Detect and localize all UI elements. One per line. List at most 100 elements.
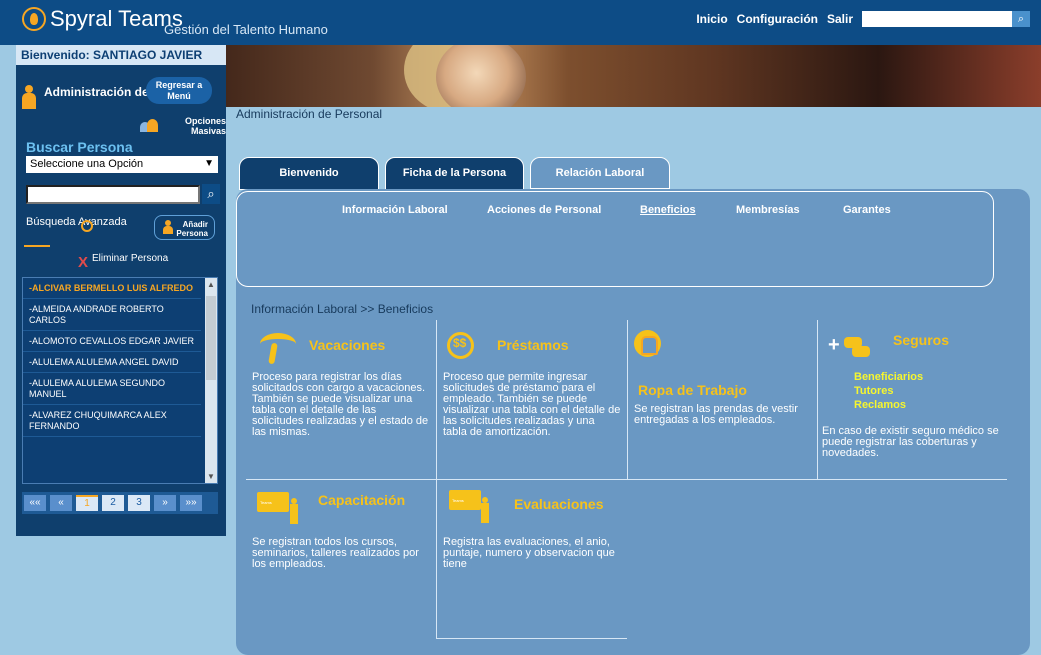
sidebar: Administración de Personal Regresar a Me… [16, 65, 226, 536]
top-header: Spyral Teams Gestión del Talento Humano … [0, 0, 1041, 45]
capacitacion-card[interactable]: Capacitación Se registran todos los curs… [246, 480, 436, 640]
close-icon: X [78, 254, 89, 271]
ropa-trabajo-title[interactable]: Ropa de Trabajo [638, 383, 747, 397]
top-search-input[interactable] [862, 11, 1012, 27]
evaluaciones-title[interactable]: Evaluaciones [514, 497, 604, 511]
ropa-trabajo-card[interactable]: Ropa de Trabajo Se registran las prendas… [628, 320, 818, 480]
list-item[interactable]: -ALULEMA ALULEMA SEGUNDO MANUEL [23, 373, 201, 405]
back-to-menu-button[interactable]: Regresar a Menú [146, 77, 212, 104]
list-scrollbar[interactable]: ▲ ▼ [205, 278, 217, 483]
reclamos-link[interactable]: Reclamos [854, 398, 923, 412]
prestamos-card[interactable]: Préstamos Proceso que permite ingresar s… [437, 320, 627, 480]
page-button-3[interactable]: 3 [128, 495, 150, 511]
seguros-links: Beneficiarios Tutores Reclamos [854, 370, 923, 412]
first-page-button[interactable]: «« [24, 495, 46, 511]
nav-inicio-link[interactable]: Inicio [696, 12, 727, 26]
advanced-search-link[interactable]: Búsqueda Avanzada [26, 216, 127, 232]
evaluaciones-description: Registra las evaluaciones, el anio, punt… [443, 536, 615, 570]
next-page-button[interactable]: » [154, 495, 176, 511]
brand-name: Spyral Teams [50, 6, 183, 31]
add-person-button[interactable]: Añadir Persona [154, 215, 215, 240]
seguros-title[interactable]: Seguros [893, 333, 949, 347]
welcome-bar: Bienvenido: SANTIAGO JAVIER [16, 45, 226, 65]
content-panel: Información Laboral Acciones de Personal… [236, 189, 1030, 655]
evaluaciones-card[interactable]: Evaluaciones Registra las evaluaciones, … [437, 480, 627, 640]
list-item[interactable]: -ALMEIDA ANDRADE ROBERTO CARLOS [23, 299, 201, 331]
top-search-button[interactable]: ⌕ [1012, 11, 1030, 27]
benefits-grid: Vacaciones Proceso para registrar los dí… [246, 320, 1008, 640]
nav-configuracion-link[interactable]: Configuración [737, 12, 818, 26]
search-person-title: Buscar Persona [26, 139, 133, 155]
jacket-icon [634, 330, 661, 357]
benefits-breadcrumb: Información Laboral >> Beneficios [251, 302, 434, 316]
prev-page-button[interactable]: « [50, 495, 72, 511]
subtab-beneficios[interactable]: Beneficios [640, 204, 736, 216]
vacaciones-description: Proceso para registrar los días solicita… [252, 371, 429, 438]
advanced-search-label: Búsqueda Avanzada [26, 216, 127, 228]
person-icon [289, 498, 299, 524]
person-search-input[interactable] [26, 185, 200, 204]
brand-tagline: Gestión del Talento Humano [164, 22, 328, 37]
page-button-1[interactable]: 1 [76, 495, 98, 511]
palm-tree-icon [260, 333, 298, 363]
vacaciones-title[interactable]: Vacaciones [309, 338, 385, 352]
tab-bienvenido[interactable]: Bienvenido [239, 157, 379, 190]
delete-person-button[interactable]: X Eliminar Persona [78, 253, 169, 270]
list-item[interactable]: -ALCIVAR BERMELLO LUIS ALFREDO [23, 278, 201, 299]
search-option-selected: Seleccione una Opción [30, 158, 144, 170]
group-icon [140, 118, 158, 132]
subtab-acciones-personal[interactable]: Acciones de Personal [487, 204, 640, 216]
page-breadcrumb: Administración de Personal [236, 107, 383, 121]
beneficiarios-link[interactable]: Beneficiarios [854, 370, 923, 384]
subtab-box: Información Laboral Acciones de Personal… [236, 191, 994, 287]
logo-icon [22, 7, 46, 31]
presentation-board-icon [449, 490, 481, 510]
list-item[interactable]: -ALULEMA ALULEMA ANGEL DAVID [23, 352, 201, 373]
subtab-membresias[interactable]: Membresías [736, 204, 843, 216]
scroll-up-icon[interactable]: ▲ [207, 280, 215, 289]
back-to-menu-label: Regresar a Menú [155, 80, 203, 101]
scrollbar-thumb[interactable] [206, 296, 216, 380]
person-search-button[interactable]: ⌕ [202, 184, 220, 204]
capacitacion-description: Se registran todos los cursos, seminario… [252, 536, 419, 570]
add-person-label: Añadir Persona [176, 220, 208, 238]
delete-person-label: Eliminar Persona [92, 253, 169, 264]
presentation-board-icon [257, 492, 289, 512]
person-icon [480, 497, 490, 523]
tab-ficha-persona[interactable]: Ficha de la Persona [385, 157, 524, 190]
money-icon [447, 332, 474, 359]
subtabs: Información Laboral Acciones de Personal… [342, 204, 891, 216]
last-page-button[interactable]: »» [180, 495, 202, 511]
tutores-link[interactable]: Tutores [854, 384, 923, 398]
people-list: -ALCIVAR BERMELLO LUIS ALFREDO -ALMEIDA … [22, 277, 218, 484]
pagination: «« « 1 2 3 » »» [22, 492, 218, 514]
top-nav: Inicio Configuración Salir [696, 12, 853, 26]
list-item[interactable]: -ALOMOTO CEVALLOS EDGAR JAVIER [23, 331, 201, 352]
person-icon [22, 85, 36, 115]
list-item[interactable]: -ALVAREZ CHUQUIMARCA ALEX FERNANDO [23, 405, 201, 437]
person-icon [163, 220, 173, 235]
tab-relacion-laboral[interactable]: Relación Laboral [530, 157, 670, 189]
nav-salir-link[interactable]: Salir [827, 12, 853, 26]
ropa-trabajo-description: Se registran las prendas de vestir entre… [634, 403, 798, 426]
mass-options-button[interactable]: Opciones Masivas [140, 116, 226, 136]
magnifier-icon [81, 220, 93, 232]
chevron-down-icon: ▼ [204, 158, 214, 169]
mass-options-label: Opciones Masivas [184, 116, 226, 136]
subtab-garantes[interactable]: Garantes [843, 204, 891, 216]
subtab-informacion-laboral[interactable]: Información Laboral [342, 204, 487, 216]
header-banner-image [226, 45, 1041, 107]
vacaciones-card[interactable]: Vacaciones Proceso para registrar los dí… [246, 320, 436, 480]
main-tabs: Bienvenido Ficha de la Persona Relación … [239, 157, 670, 190]
search-icon: ⌕ [207, 186, 215, 201]
banner-face [436, 45, 526, 107]
seguros-card[interactable]: + Seguros Beneficiarios Tutores Reclamos… [818, 320, 1008, 480]
prestamos-description: Proceso que permite ingresar solicitudes… [443, 371, 621, 438]
search-option-select[interactable]: Seleccione una Opción ▼ [26, 156, 218, 173]
capacitacion-title[interactable]: Capacitación [318, 493, 405, 507]
advanced-search-underline [24, 245, 50, 247]
page-button-2[interactable]: 2 [102, 495, 124, 511]
prestamos-title[interactable]: Préstamos [497, 338, 569, 352]
search-icon: ⌕ [1017, 13, 1025, 25]
scroll-down-icon[interactable]: ▼ [207, 472, 215, 481]
